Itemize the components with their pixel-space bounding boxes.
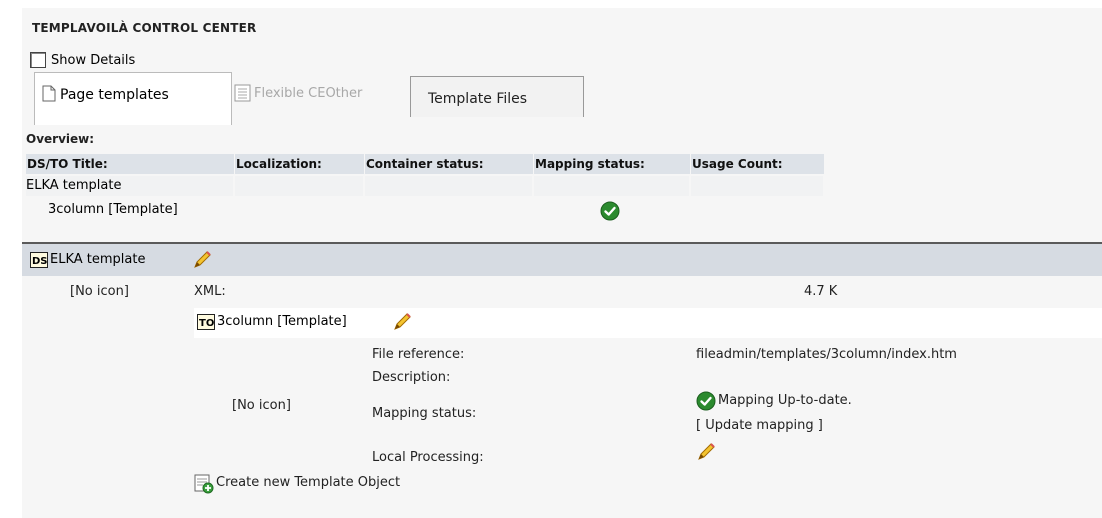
overview-row-3column-title: 3column [Template] bbox=[48, 202, 178, 217]
to-icon: TO bbox=[197, 314, 215, 334]
tab-template-files-label: Template Files bbox=[428, 91, 528, 107]
overview-heading: Overview: bbox=[26, 132, 95, 146]
ds-no-icon: [No icon] bbox=[70, 284, 129, 299]
pencil-edit-icon[interactable] bbox=[392, 310, 414, 336]
document-icon bbox=[234, 84, 251, 106]
col-mapping-status: Mapping status: bbox=[534, 154, 690, 174]
check-icon bbox=[600, 201, 620, 225]
row-title: ELKA template bbox=[26, 176, 233, 196]
page-title: TEMPLAVOILÀ CONTROL CENTER bbox=[32, 21, 257, 35]
xml-label: XML: bbox=[194, 284, 226, 299]
col-usage-count: Usage Count: bbox=[691, 154, 824, 174]
update-mapping-link[interactable]: [ Update mapping ] bbox=[696, 418, 823, 433]
control-center-panel: TEMPLAVOILÀ CONTROL CENTER Show Details … bbox=[22, 8, 1102, 518]
show-details-label[interactable]: Show Details bbox=[51, 53, 135, 68]
ds-icon: DS bbox=[30, 252, 48, 272]
tab-flexible-ce-label: Flexible CEOther bbox=[254, 86, 363, 101]
local-processing-label: Local Processing: bbox=[372, 450, 484, 465]
check-icon bbox=[696, 391, 716, 415]
description-label: Description: bbox=[372, 370, 451, 385]
svg-text:TO: TO bbox=[199, 318, 214, 329]
to-no-icon: [No icon] bbox=[232, 398, 291, 413]
row-cell bbox=[365, 176, 532, 196]
file-reference-value: fileadmin/templates/3column/index.htm bbox=[696, 347, 957, 362]
show-details-checkbox[interactable] bbox=[30, 52, 46, 68]
mapping-status-label: Mapping status: bbox=[372, 406, 477, 421]
mapping-status-value: Mapping Up-to-date. bbox=[718, 393, 852, 408]
tab-template-files[interactable]: Template Files bbox=[410, 76, 584, 117]
page-icon bbox=[42, 85, 56, 106]
create-new-template-link[interactable]: Create new Template Object bbox=[216, 475, 400, 490]
col-localization: Localization: bbox=[235, 154, 364, 174]
tab-page-templates[interactable]: Page templates bbox=[34, 72, 232, 125]
file-reference-label: File reference: bbox=[372, 347, 465, 362]
create-template-icon[interactable] bbox=[194, 474, 214, 498]
row-cell bbox=[235, 176, 363, 196]
tab-page-templates-label: Page templates bbox=[60, 87, 169, 103]
pencil-edit-icon[interactable] bbox=[696, 440, 718, 466]
ds-header-bar bbox=[22, 244, 1102, 276]
xml-size: 4.7 K bbox=[804, 284, 838, 299]
col-container-status: Container status: bbox=[365, 154, 533, 174]
col-title: DS/TO Title: bbox=[26, 154, 234, 174]
row-cell bbox=[691, 176, 823, 196]
row-cell bbox=[534, 176, 689, 196]
svg-text:DS: DS bbox=[32, 256, 48, 267]
pencil-edit-icon[interactable] bbox=[192, 248, 214, 274]
to-title-link[interactable]: 3column [Template] bbox=[217, 314, 347, 329]
ds-title-link[interactable]: ELKA template bbox=[50, 252, 145, 267]
